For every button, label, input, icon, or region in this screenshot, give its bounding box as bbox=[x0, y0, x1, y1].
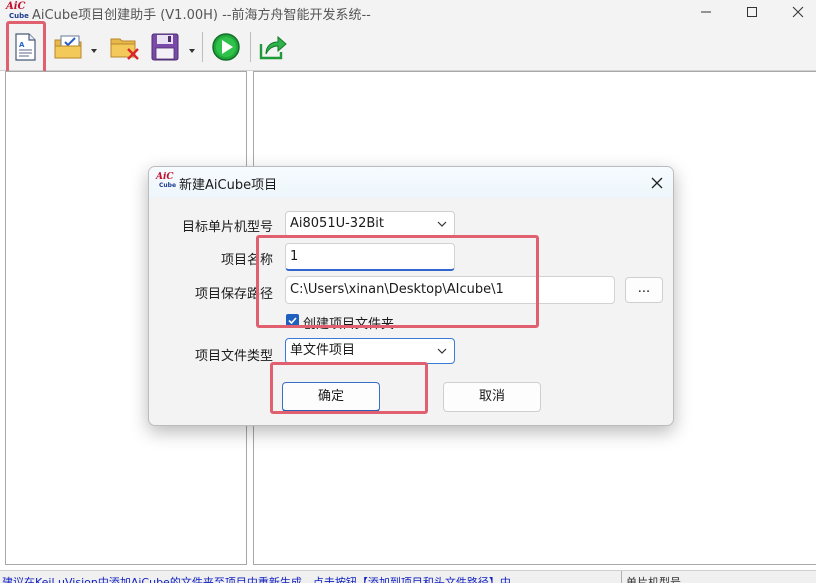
toolbar: A bbox=[0, 24, 816, 71]
status-separator bbox=[621, 571, 622, 583]
close-icon bbox=[792, 6, 804, 18]
save-project-button[interactable] bbox=[148, 30, 182, 64]
chevron-down-icon bbox=[437, 221, 447, 227]
project-type-value: 单文件项目 bbox=[290, 343, 356, 358]
chevron-down-icon bbox=[437, 348, 447, 354]
title-bar: AiC Cube AiCube项目创建助手 (V1.00H) --前海方舟智能开… bbox=[0, 0, 816, 24]
project-name-label: 项目名称 bbox=[220, 253, 273, 268]
open-project-button[interactable] bbox=[52, 30, 86, 64]
close-icon bbox=[651, 177, 663, 189]
create-folder-checkbox[interactable] bbox=[286, 314, 299, 327]
save-dropdown-arrow[interactable] bbox=[188, 44, 196, 53]
maximize-icon bbox=[747, 7, 757, 17]
minimize-button[interactable] bbox=[683, 0, 729, 24]
close-project-button[interactable] bbox=[108, 30, 142, 64]
toolbar-separator bbox=[202, 32, 203, 62]
dialog-close-button[interactable] bbox=[647, 173, 667, 193]
dialog-logo-icon: AiC Cube bbox=[156, 172, 177, 190]
export-icon bbox=[259, 35, 287, 60]
mcu-model-value: Ai8051U-32Bit bbox=[290, 216, 384, 231]
chevron-down-icon bbox=[189, 49, 195, 53]
chevron-down-icon bbox=[91, 49, 97, 53]
dialog-title: 新建AiCube项目 bbox=[179, 178, 278, 193]
check-icon bbox=[288, 317, 297, 325]
project-path-input[interactable]: C:\Users\xinan\Desktop\AIcube\1 bbox=[285, 276, 615, 304]
open-dropdown-arrow[interactable] bbox=[90, 44, 98, 53]
minimize-icon bbox=[701, 11, 711, 13]
app-logo-icon: AiC Cube bbox=[6, 1, 29, 21]
window-title: AiCube项目创建助手 (V1.00H) --前海方舟智能开发系统-- bbox=[32, 8, 371, 23]
new-project-dialog: AiC Cube 新建AiCube项目 目标单片机型号 Ai8051U-32Bi… bbox=[148, 166, 674, 426]
cancel-button[interactable]: 取消 bbox=[443, 382, 541, 412]
browse-path-button[interactable]: ... bbox=[625, 277, 663, 303]
run-icon bbox=[212, 33, 240, 61]
project-type-label: 项目文件类型 bbox=[194, 349, 273, 364]
open-project-icon bbox=[54, 35, 82, 59]
dialog-title-bar: AiC Cube 新建AiCube项目 bbox=[149, 167, 673, 198]
toolbar-separator bbox=[250, 32, 251, 62]
create-folder-label: 创建项目文件夹 bbox=[303, 317, 395, 332]
maximize-button[interactable] bbox=[729, 0, 775, 24]
save-project-icon bbox=[151, 33, 179, 61]
project-path-label: 项目保存路径 bbox=[194, 287, 273, 302]
project-type-select[interactable]: 单文件项目 bbox=[285, 338, 455, 364]
ok-button[interactable]: 确定 bbox=[282, 382, 380, 412]
mcu-model-select[interactable]: Ai8051U-32Bit bbox=[285, 211, 455, 237]
close-window-button[interactable] bbox=[775, 0, 816, 24]
export-button[interactable] bbox=[256, 30, 288, 64]
project-name-input[interactable]: 1 bbox=[285, 243, 455, 271]
close-project-icon bbox=[110, 38, 139, 60]
run-button[interactable] bbox=[210, 30, 242, 64]
mcu-model-label: 目标单片机型号 bbox=[181, 220, 273, 235]
status-bar: 建议在Keil uVision中添加AiCube的文件夹至项目中重新生成，点击按… bbox=[0, 570, 816, 583]
